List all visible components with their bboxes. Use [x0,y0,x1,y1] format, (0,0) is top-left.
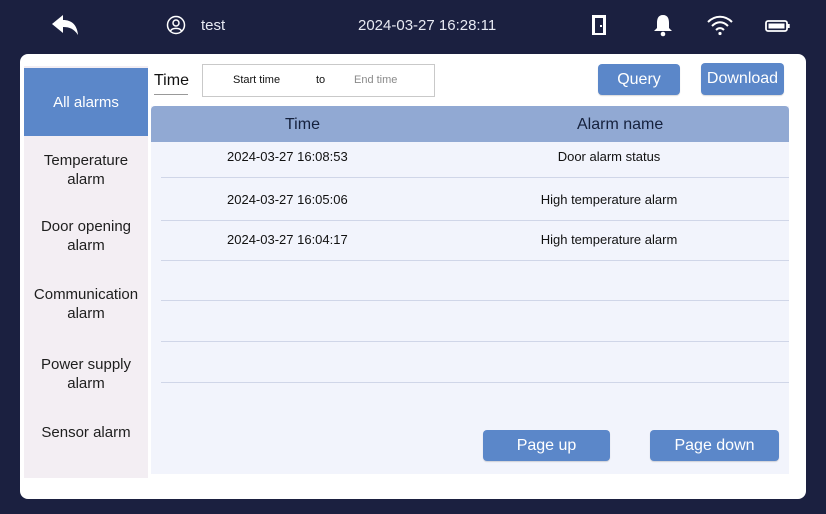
sidebar-item-all-alarms[interactable]: All alarms [24,68,148,136]
back-arrow-icon[interactable] [50,13,80,37]
column-header-time: Time [285,116,320,133]
row-divider [161,382,789,383]
page-down-button[interactable]: Page down [650,430,779,461]
row-time: 2024-03-27 16:05:06 [227,192,348,207]
sidebar-item-label: Temperature [43,152,129,169]
start-time-field[interactable]: Start time [233,74,280,86]
table-row[interactable]: 2024-03-27 16:08:53 Door alarm status [161,137,789,178]
sidebar-item-power-supply-alarm[interactable]: Power supply alarm [24,342,148,406]
sidebar: All alarms Temperature alarm Door openin… [24,66,148,478]
end-time-field[interactable]: End time [354,74,397,86]
bell-icon [654,15,672,37]
sidebar-item-label: Sensor alarm [41,423,131,441]
row-alarm-name: High temperature alarm [540,192,678,207]
battery-icon [765,20,790,32]
user-icon [166,15,186,35]
table-row[interactable] [161,301,789,342]
sidebar-item-label: alarm [67,237,105,254]
sidebar-item-label: Communication [33,286,139,303]
row-alarm-name: Door alarm status [557,149,661,164]
sidebar-item-label: Door opening [40,218,132,235]
sidebar-item-label: Power supply [40,356,132,373]
time-range-input[interactable]: Start time to End time [202,64,435,97]
page-up-button[interactable]: Page up [483,430,610,461]
user-name: test [201,17,226,34]
column-header-alarm-name: Alarm name [577,116,664,133]
door-icon [592,15,606,35]
sidebar-item-temperature-alarm[interactable]: Temperature alarm [24,140,148,200]
table-row[interactable] [161,260,789,301]
download-button[interactable]: Download [701,63,784,95]
divider [154,94,188,95]
wifi-icon [707,15,733,36]
table-row[interactable]: 2024-03-27 16:04:17 High temperature ala… [161,220,789,261]
sidebar-item-label: alarm [67,375,105,392]
row-time: 2024-03-27 16:08:53 [227,149,348,164]
sidebar-item-label: alarm [67,305,105,322]
table-row[interactable] [161,342,789,383]
table-row[interactable]: 2024-03-27 16:05:06 High temperature ala… [161,180,789,221]
sidebar-item-communication-alarm[interactable]: Communication alarm [24,272,148,336]
sidebar-item-label: alarm [67,171,105,188]
sidebar-item-sensor-alarm[interactable]: Sensor alarm [24,412,148,452]
datetime-display: 2024-03-27 16:28:11 [358,17,497,34]
row-divider [161,177,789,178]
sidebar-item-door-opening-alarm[interactable]: Door opening alarm [24,204,148,268]
time-filter-label: Time [154,72,189,89]
query-button[interactable]: Query [598,64,680,95]
status-bar: test 2024-03-27 16:28:11 [0,0,826,50]
sidebar-item-label: All alarms [53,93,119,111]
row-time: 2024-03-27 16:04:17 [227,232,348,247]
range-separator: to [316,74,326,86]
row-alarm-name: High temperature alarm [540,232,678,247]
